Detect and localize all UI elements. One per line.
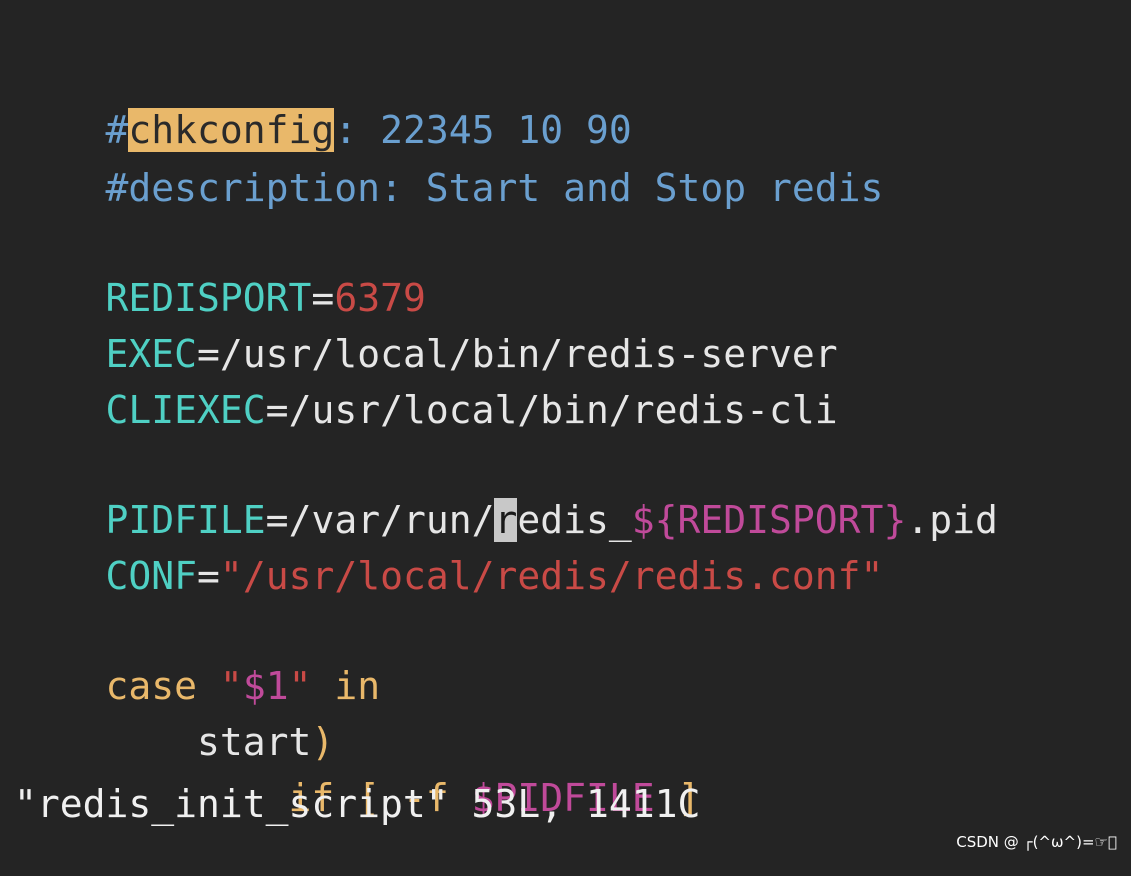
code-line-6: CLIEXEC=/usr/local/bin/redis-cli <box>14 332 838 432</box>
string-quote: " <box>860 554 884 598</box>
code-line-2: #description: Start and Stop redis <box>14 110 884 210</box>
code-line-5: EXEC=/usr/local/bin/redis-server <box>14 276 838 376</box>
assign-operator: = <box>197 554 220 598</box>
code-line-9: CONF="/usr/local/redis/redis.conf" <box>14 498 884 598</box>
path-value: /usr/local/bin/redis-cli <box>288 388 838 432</box>
code-line-8: PIDFILE=/var/run/redis_${REDISPORT}.pid <box>14 442 998 542</box>
string-value: /usr/local/redis/redis.conf <box>242 554 861 598</box>
string-quote: " <box>219 554 243 598</box>
code-line-4: REDISPORT=6379 <box>14 220 426 320</box>
path-suffix: .pid <box>906 498 998 542</box>
vim-editor[interactable]: #chkconfig: 22345 10 90 #description: St… <box>0 0 1131 859</box>
assign-operator: = <box>265 388 289 432</box>
code-line-1: #chkconfig: 22345 10 90 <box>14 52 632 152</box>
code-line-12: start) <box>14 664 334 764</box>
vim-status-line: "redis_init_script" 53L, 1411C <box>14 782 701 826</box>
code-line-11: case "$1" in <box>14 608 381 708</box>
comment-text: #description: Start and Stop redis <box>105 166 884 210</box>
code-line-13: if [ -f $PIDFILE ] <box>14 720 701 820</box>
variable-name: CONF <box>105 554 198 598</box>
brace-close: } <box>883 498 907 542</box>
csdn-watermark: CSDN @ ┌(^ω^)=☞  <box>956 833 1117 851</box>
variable-name: CLIEXEC <box>105 388 266 432</box>
